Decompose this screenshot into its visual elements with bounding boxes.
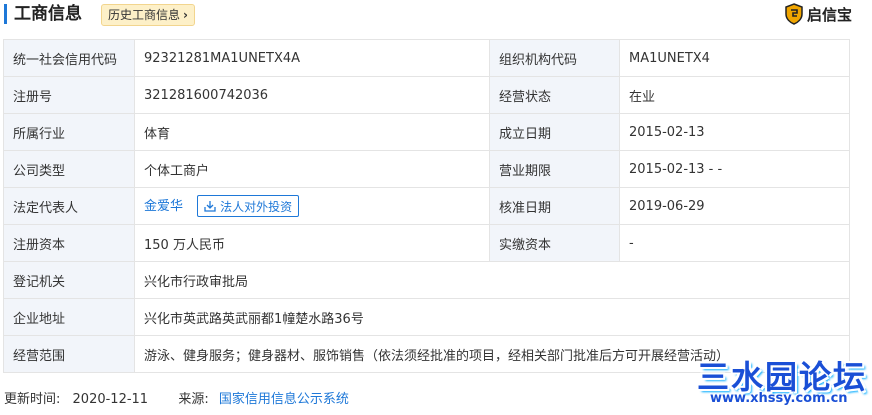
credit-code-label: 统一社会信用代码 <box>3 39 135 77</box>
section-header: 工商信息 历史工商信息 › 启信宝 <box>0 0 872 30</box>
reg-no-label: 注册号 <box>3 76 135 114</box>
business-term-label: 营业期限 <box>489 150 620 188</box>
legal-rep-label: 法定代表人 <box>3 187 135 225</box>
credit-code-value: 92321281MA1UNETX4A <box>134 39 490 77</box>
section-title: 工商信息 <box>14 4 82 24</box>
status-value: 在业 <box>619 76 850 114</box>
approval-date-value: 2019-06-29 <box>619 187 850 225</box>
source-label: 来源: <box>178 392 209 407</box>
reg-capital-value: 150 万人民币 <box>134 224 490 262</box>
footer-meta: 更新时间: 2020-12-11 来源: 国家信用信息公示系统 <box>4 388 349 407</box>
source-link[interactable]: 国家信用信息公示系统 <box>219 392 349 407</box>
table-row: 所属行业 体育 成立日期 2015-02-13 <box>3 113 850 151</box>
reg-authority-value: 兴化市行政审批局 <box>134 261 850 299</box>
reg-no-value: 321281600742036 <box>134 76 490 114</box>
founded-date-value: 2015-02-13 <box>619 113 850 151</box>
status-label: 经营状态 <box>489 76 620 114</box>
legal-rep-investment-button[interactable]: 法人对外投资 <box>197 195 300 218</box>
org-code-value: MA1UNETX4 <box>619 39 850 77</box>
business-info-table: 统一社会信用代码 92321281MA1UNETX4A 组织机构代码 MA1UN… <box>3 39 850 373</box>
address-label: 企业地址 <box>3 298 135 336</box>
founded-date-label: 成立日期 <box>489 113 620 151</box>
table-row: 注册资本 150 万人民币 实缴资本 - <box>3 224 850 262</box>
company-type-label: 公司类型 <box>3 150 135 188</box>
legal-rep-investment-label: 法人对外投资 <box>220 199 293 214</box>
table-row: 公司类型 个体工商户 营业期限 2015-02-13 - - <box>3 150 850 188</box>
watermark-url: www.xhssy.com.cn <box>710 391 848 406</box>
table-row: 登记机关 兴化市行政审批局 <box>3 261 850 299</box>
org-code-label: 组织机构代码 <box>489 39 620 77</box>
brand-name: 启信宝 <box>806 5 852 24</box>
table-row: 统一社会信用代码 92321281MA1UNETX4A 组织机构代码 MA1UN… <box>3 39 850 77</box>
industry-label: 所属行业 <box>3 113 135 151</box>
legal-rep-link[interactable]: 金爱华 <box>144 199 183 214</box>
business-scope-label: 经营范围 <box>3 335 135 373</box>
industry-value: 体育 <box>134 113 490 151</box>
business-term-value: 2015-02-13 - - <box>619 150 850 188</box>
approval-date-label: 核准日期 <box>489 187 620 225</box>
table-row: 法定代表人 金爱华 法人对外投资 核准日期 2019-06-29 <box>3 187 850 225</box>
update-time-label: 更新时间: <box>4 392 61 407</box>
chevron-right-icon: › <box>183 8 188 22</box>
table-row: 企业地址 兴化市英武路英武丽都1幢楚水路36号 <box>3 298 850 336</box>
download-icon <box>204 201 216 212</box>
paid-capital-label: 实缴资本 <box>489 224 620 262</box>
title-accent-bar <box>4 4 7 24</box>
shield-logo-icon <box>785 3 803 25</box>
brand-logo: 启信宝 <box>784 2 852 26</box>
reg-capital-label: 注册资本 <box>3 224 135 262</box>
legal-rep-cell: 金爱华 法人对外投资 <box>134 187 490 225</box>
company-type-value: 个体工商户 <box>134 150 490 188</box>
paid-capital-value: - <box>619 224 850 262</box>
update-time-value: 2020-12-11 <box>72 392 149 407</box>
address-value: 兴化市英武路英武丽都1幢楚水路36号 <box>134 298 850 336</box>
table-row: 注册号 321281600742036 经营状态 在业 <box>3 76 850 114</box>
reg-authority-label: 登记机关 <box>3 261 135 299</box>
history-info-button[interactable]: 历史工商信息 › <box>101 4 195 26</box>
history-info-label: 历史工商信息 <box>108 8 181 22</box>
forum-watermark: 三水园论坛 www.xhssy.com.cn <box>697 352 869 410</box>
